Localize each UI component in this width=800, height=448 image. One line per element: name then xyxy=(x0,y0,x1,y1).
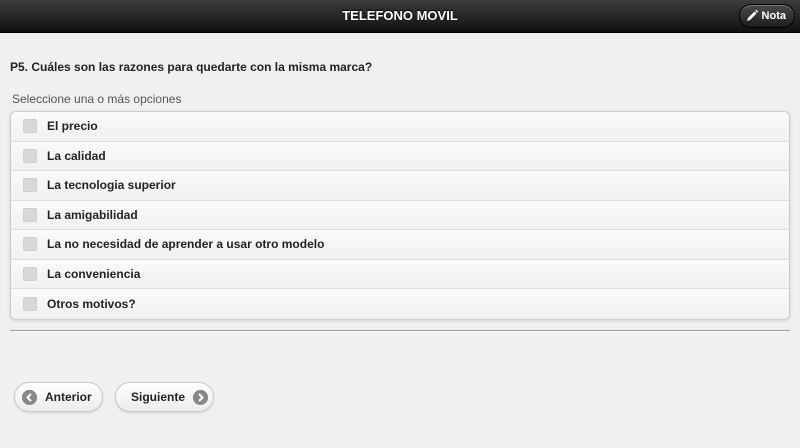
options-list: El precio La calidad La tecnologia super… xyxy=(10,111,790,320)
arrow-left-icon xyxy=(22,389,37,405)
previous-button-label: Anterior xyxy=(45,390,92,404)
option-label: La tecnologia superior xyxy=(47,178,176,193)
next-button[interactable]: Siguiente xyxy=(115,382,214,412)
option-label: Otros motivos? xyxy=(47,296,136,311)
option-checkbox[interactable] xyxy=(23,296,37,311)
option-label: La amigabilidad xyxy=(47,207,138,222)
option-checkbox[interactable] xyxy=(23,207,37,222)
option-item[interactable]: Otros motivos? xyxy=(11,289,789,319)
option-label: La conveniencia xyxy=(47,266,141,281)
option-checkbox[interactable] xyxy=(23,237,37,252)
option-label: El precio xyxy=(47,119,98,134)
note-button[interactable]: Nota xyxy=(738,4,795,28)
header-bar: TELEFONO MOVIL Nota xyxy=(0,0,800,33)
note-button-label: Nota xyxy=(761,10,786,22)
option-label: La calidad xyxy=(47,148,106,163)
question-hint: Seleccione una o más opciones xyxy=(12,92,182,106)
option-item[interactable]: La no necesidad de aprender a usar otro … xyxy=(11,230,789,260)
option-checkbox[interactable] xyxy=(23,119,37,134)
page-title: TELEFONO MOVIL xyxy=(342,8,458,23)
previous-button[interactable]: Anterior xyxy=(14,382,103,412)
question-text: P5. Cuáles son las razones para quedarte… xyxy=(10,60,373,74)
divider xyxy=(10,330,790,332)
option-item[interactable]: La calidad xyxy=(11,141,789,171)
arrow-right-icon xyxy=(193,389,209,405)
option-item[interactable]: La tecnologia superior xyxy=(11,171,789,201)
option-item[interactable]: La amigabilidad xyxy=(11,200,789,230)
option-checkbox[interactable] xyxy=(23,148,37,163)
pencil-icon xyxy=(745,9,759,23)
option-checkbox[interactable] xyxy=(23,178,37,193)
next-button-label: Siguiente xyxy=(131,390,186,404)
option-label: La no necesidad de aprender a usar otro … xyxy=(47,237,325,252)
option-checkbox[interactable] xyxy=(23,266,37,281)
option-item[interactable]: La conveniencia xyxy=(11,259,789,289)
option-item[interactable]: El precio xyxy=(11,112,789,142)
